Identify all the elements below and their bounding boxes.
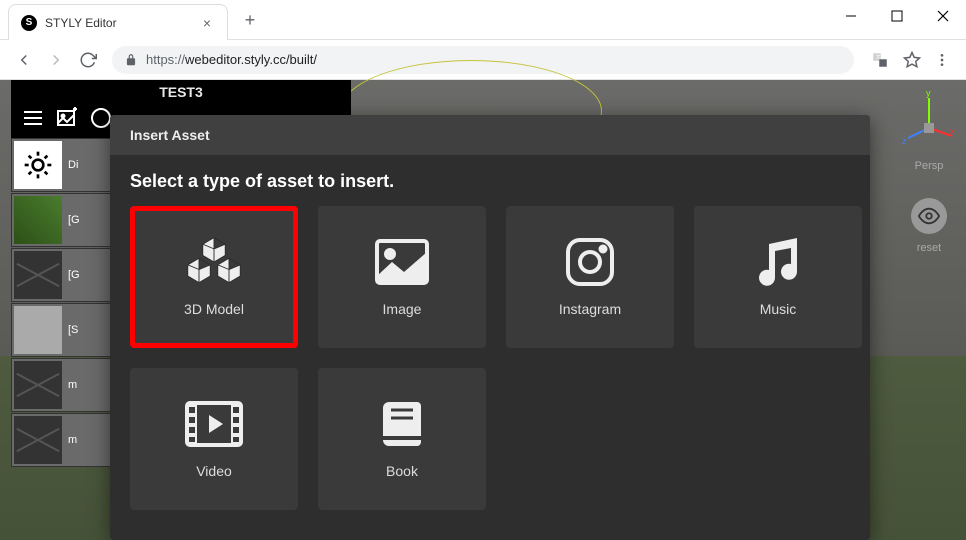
reset-view-button[interactable]	[911, 198, 947, 234]
modal-subtitle: Select a type of asset to insert.	[110, 155, 870, 206]
hierarchy-item[interactable]: [G	[11, 248, 111, 302]
scene-title: TEST3	[11, 80, 351, 100]
modal-title: Insert Asset	[130, 127, 210, 143]
reload-button[interactable]	[72, 44, 104, 76]
browser-tab[interactable]: S STYLY Editor ×	[8, 4, 228, 40]
add-asset-icon[interactable]	[55, 106, 79, 130]
image-icon	[372, 237, 432, 287]
cubes-icon	[184, 237, 244, 287]
svg-text:z: z	[902, 136, 907, 146]
hierarchy-label: [G	[68, 269, 80, 281]
favicon-icon: S	[21, 15, 37, 31]
music-icon	[748, 237, 808, 287]
asset-label: 3D Model	[184, 301, 244, 317]
eye-icon	[918, 205, 940, 227]
hierarchy-label: Di	[68, 159, 78, 171]
hierarchy-panel: Di [G [G [S m m	[11, 138, 111, 468]
book-icon	[372, 399, 432, 449]
browser-menu-button[interactable]	[926, 44, 958, 76]
tab-title: STYLY Editor	[45, 16, 199, 30]
insert-asset-modal: Insert Asset Select a type of asset to i…	[110, 115, 870, 540]
svg-text:y: y	[926, 88, 931, 98]
hierarchy-label: [G	[68, 214, 80, 226]
window-controls	[828, 0, 966, 32]
asset-label: Image	[383, 301, 422, 317]
hierarchy-item[interactable]: m	[11, 358, 111, 412]
hierarchy-thumb	[14, 416, 62, 464]
asset-card-image[interactable]: Image	[318, 206, 486, 348]
hierarchy-thumb	[14, 141, 62, 189]
asset-card-3d-model[interactable]: 3D Model	[130, 206, 298, 348]
hierarchy-thumb	[14, 361, 62, 409]
asset-label: Video	[196, 463, 232, 479]
projection-label: Persp	[915, 160, 944, 172]
asset-card-instagram[interactable]: Instagram	[506, 206, 674, 348]
video-icon	[184, 399, 244, 449]
hierarchy-label: m	[68, 379, 77, 391]
asset-card-music[interactable]: Music	[694, 206, 862, 348]
url-text: https://webeditor.styly.cc/built/	[146, 52, 317, 67]
new-tab-button[interactable]: +	[236, 6, 264, 34]
hierarchy-item[interactable]: m	[11, 413, 111, 467]
hierarchy-label: m	[68, 434, 77, 446]
asset-grid: 3D Model Image Instagram Music Video Book	[110, 206, 870, 510]
viewport: TEST3 Di [G [G [S m m y x z Persp reset	[0, 80, 966, 540]
gizmo-panel: y x z Persp reset	[902, 80, 956, 254]
asset-card-book[interactable]: Book	[318, 368, 486, 510]
lock-icon	[124, 53, 138, 67]
hierarchy-label: [S	[68, 324, 78, 336]
back-button[interactable]	[8, 44, 40, 76]
hierarchy-thumb	[14, 251, 62, 299]
reset-label: reset	[917, 242, 941, 254]
asset-label: Music	[760, 301, 797, 317]
close-window-button[interactable]	[920, 0, 966, 32]
asset-label: Book	[386, 463, 418, 479]
hierarchy-item[interactable]: [G	[11, 193, 111, 247]
svg-text:x: x	[950, 126, 955, 136]
asset-card-video[interactable]: Video	[130, 368, 298, 510]
hierarchy-item[interactable]: Di	[11, 138, 111, 192]
bookmark-icon[interactable]	[898, 46, 926, 74]
instagram-icon	[560, 237, 620, 287]
hierarchy-thumb	[14, 306, 62, 354]
asset-label: Instagram	[559, 301, 621, 317]
hierarchy-item[interactable]: [S	[11, 303, 111, 357]
titlebar: S STYLY Editor × +	[0, 0, 966, 40]
modal-header: Insert Asset	[110, 115, 870, 155]
axis-gizmo[interactable]: y x z	[902, 88, 956, 152]
maximize-button[interactable]	[874, 0, 920, 32]
translate-icon[interactable]: 文	[866, 46, 894, 74]
hierarchy-thumb	[14, 196, 62, 244]
forward-button[interactable]	[40, 44, 72, 76]
close-tab-icon[interactable]: ×	[199, 15, 215, 31]
minimize-button[interactable]	[828, 0, 874, 32]
menu-icon[interactable]	[21, 106, 45, 130]
